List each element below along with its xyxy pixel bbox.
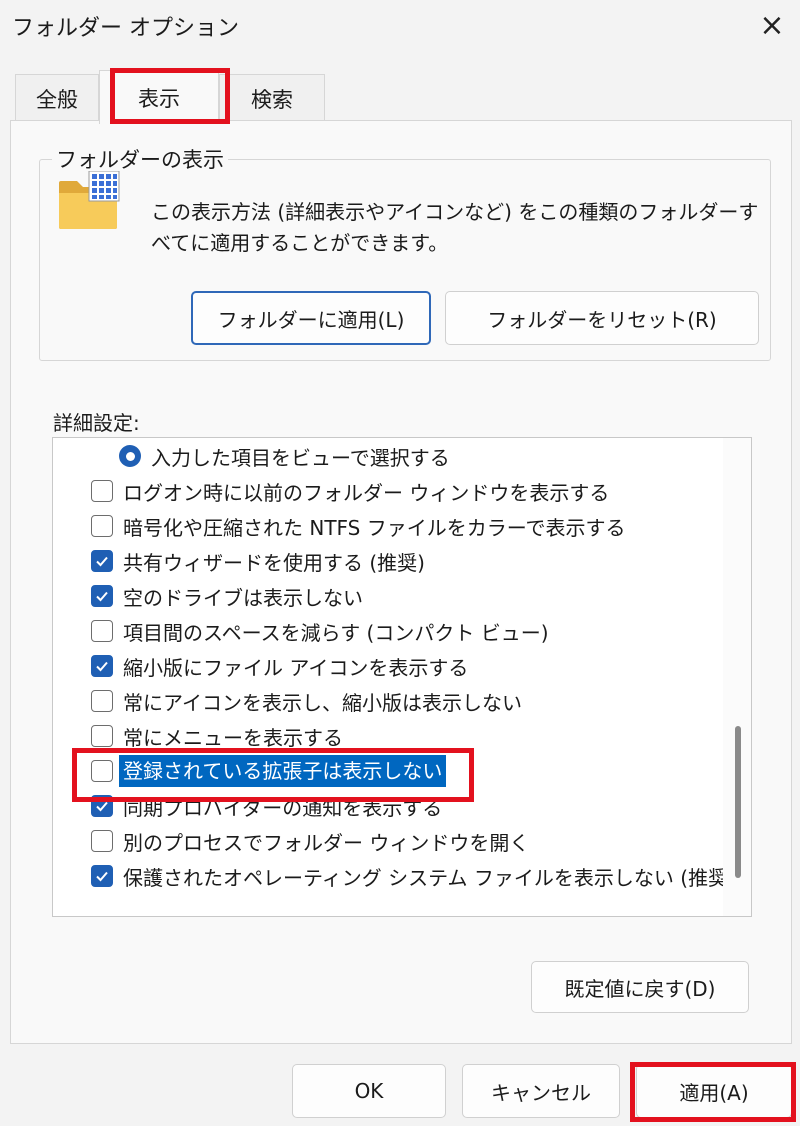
folder-views-description: この表示方法 (詳細表示やアイコンなど) をこの種類のフォルダーすべてに適用する…: [151, 200, 759, 255]
tab-general[interactable]: 全般: [15, 74, 99, 122]
list-item[interactable]: 同期プロバイダーの通知を表示する: [91, 789, 751, 823]
apply-button[interactable]: 適用(A): [636, 1064, 792, 1118]
list-item[interactable]: 入力した項目をビューで選択する: [119, 439, 751, 473]
list-item-label: 暗号化や圧縮された NTFS ファイルをカラーで表示する: [123, 515, 626, 540]
checkbox-checked-icon[interactable]: [91, 585, 113, 607]
checkbox-unchecked-icon[interactable]: [91, 690, 113, 712]
apply-to-folders-button[interactable]: フォルダーに適用(L): [191, 291, 431, 345]
checkbox-unchecked-icon[interactable]: [91, 515, 113, 537]
folder-views-legend: フォルダーの表示: [52, 144, 228, 174]
checkbox-checked-icon[interactable]: [91, 795, 113, 817]
close-icon[interactable]: ×: [744, 0, 800, 50]
list-item[interactable]: 空のドライブは表示しない: [91, 579, 751, 613]
checkbox-unchecked-icon[interactable]: [91, 725, 113, 747]
list-item-label: 項目間のスペースを減らす (コンパクト ビュー): [123, 620, 549, 645]
list-item[interactable]: 縮小版にファイル アイコンを表示する: [91, 649, 751, 683]
list-item[interactable]: 別のプロセスでフォルダー ウィンドウを開く: [91, 824, 751, 858]
radio-checked-icon[interactable]: [119, 445, 141, 467]
title-bar: フォルダー オプション ×: [0, 0, 800, 54]
reset-folders-button[interactable]: フォルダーをリセット(R): [445, 291, 759, 345]
list-item-label: 別のプロセスでフォルダー ウィンドウを開く: [123, 830, 530, 855]
checkbox-checked-icon[interactable]: [91, 550, 113, 572]
list-item[interactable]: 共有ウィザードを使用する (推奨): [91, 544, 751, 578]
list-item-label: ログオン時に以前のフォルダー ウィンドウを表示する: [123, 480, 610, 505]
tab-search[interactable]: 検索: [219, 74, 325, 122]
folder-view-icon: [59, 171, 120, 229]
list-item[interactable]: ログオン時に以前のフォルダー ウィンドウを表示する: [91, 474, 751, 508]
list-item[interactable]: 常にアイコンを表示し、縮小版は表示しない: [91, 684, 751, 718]
list-item[interactable]: 保護されたオペレーティング システム ファイルを表示しない (推奨): [91, 859, 751, 893]
checkbox-unchecked-icon[interactable]: [91, 830, 113, 852]
list-item-label: 常にメニューを表示する: [123, 725, 343, 750]
list-item-label: 空のドライブは表示しない: [123, 585, 363, 610]
checkbox-unchecked-icon[interactable]: [91, 760, 113, 782]
ok-button[interactable]: OK: [292, 1064, 446, 1118]
window-title: フォルダー オプション: [12, 16, 239, 41]
list-item-selected[interactable]: 登録されている拡張子は表示しない: [91, 754, 751, 788]
scrollbar-thumb[interactable]: [735, 726, 741, 878]
list-item[interactable]: 項目間のスペースを減らす (コンパクト ビュー): [91, 614, 751, 648]
cancel-button[interactable]: キャンセル: [462, 1064, 620, 1118]
tab-view[interactable]: 表示: [99, 70, 219, 124]
list-item-label: 保護されたオペレーティング システム ファイルを表示しない (推奨): [123, 865, 736, 890]
list-item-label: 入力した項目をビューで選択する: [151, 445, 450, 470]
list-item-label: 登録されている拡張子は表示しない: [119, 755, 447, 787]
list-item-label: 共有ウィザードを使用する (推奨): [123, 550, 425, 575]
list-item-label: 常にアイコンを表示し、縮小版は表示しない: [123, 690, 522, 715]
list-item-label: 同期プロバイダーの通知を表示する: [123, 795, 443, 820]
tab-panel-view: フォルダーの表示 この表示方法 (詳細表示やアイコンなど) をこの種類のフォルダ…: [10, 120, 792, 1044]
checkbox-unchecked-icon[interactable]: [91, 480, 113, 502]
advanced-settings-list[interactable]: 入力した項目をビューで選択する ログオン時に以前のフォルダー ウィンドウを表示す…: [52, 437, 752, 917]
list-item-label: 縮小版にファイル アイコンを表示する: [123, 655, 469, 680]
checkbox-unchecked-icon[interactable]: [91, 620, 113, 642]
list-item[interactable]: 暗号化や圧縮された NTFS ファイルをカラーで表示する: [91, 509, 751, 543]
list-item[interactable]: 常にメニューを表示する: [91, 719, 751, 753]
restore-defaults-button[interactable]: 既定値に戻す(D): [531, 961, 749, 1013]
checkbox-checked-icon[interactable]: [91, 655, 113, 677]
advanced-settings-label: 詳細設定:: [53, 411, 140, 435]
list-scrollbar[interactable]: [723, 438, 751, 916]
checkbox-checked-icon[interactable]: [91, 865, 113, 887]
